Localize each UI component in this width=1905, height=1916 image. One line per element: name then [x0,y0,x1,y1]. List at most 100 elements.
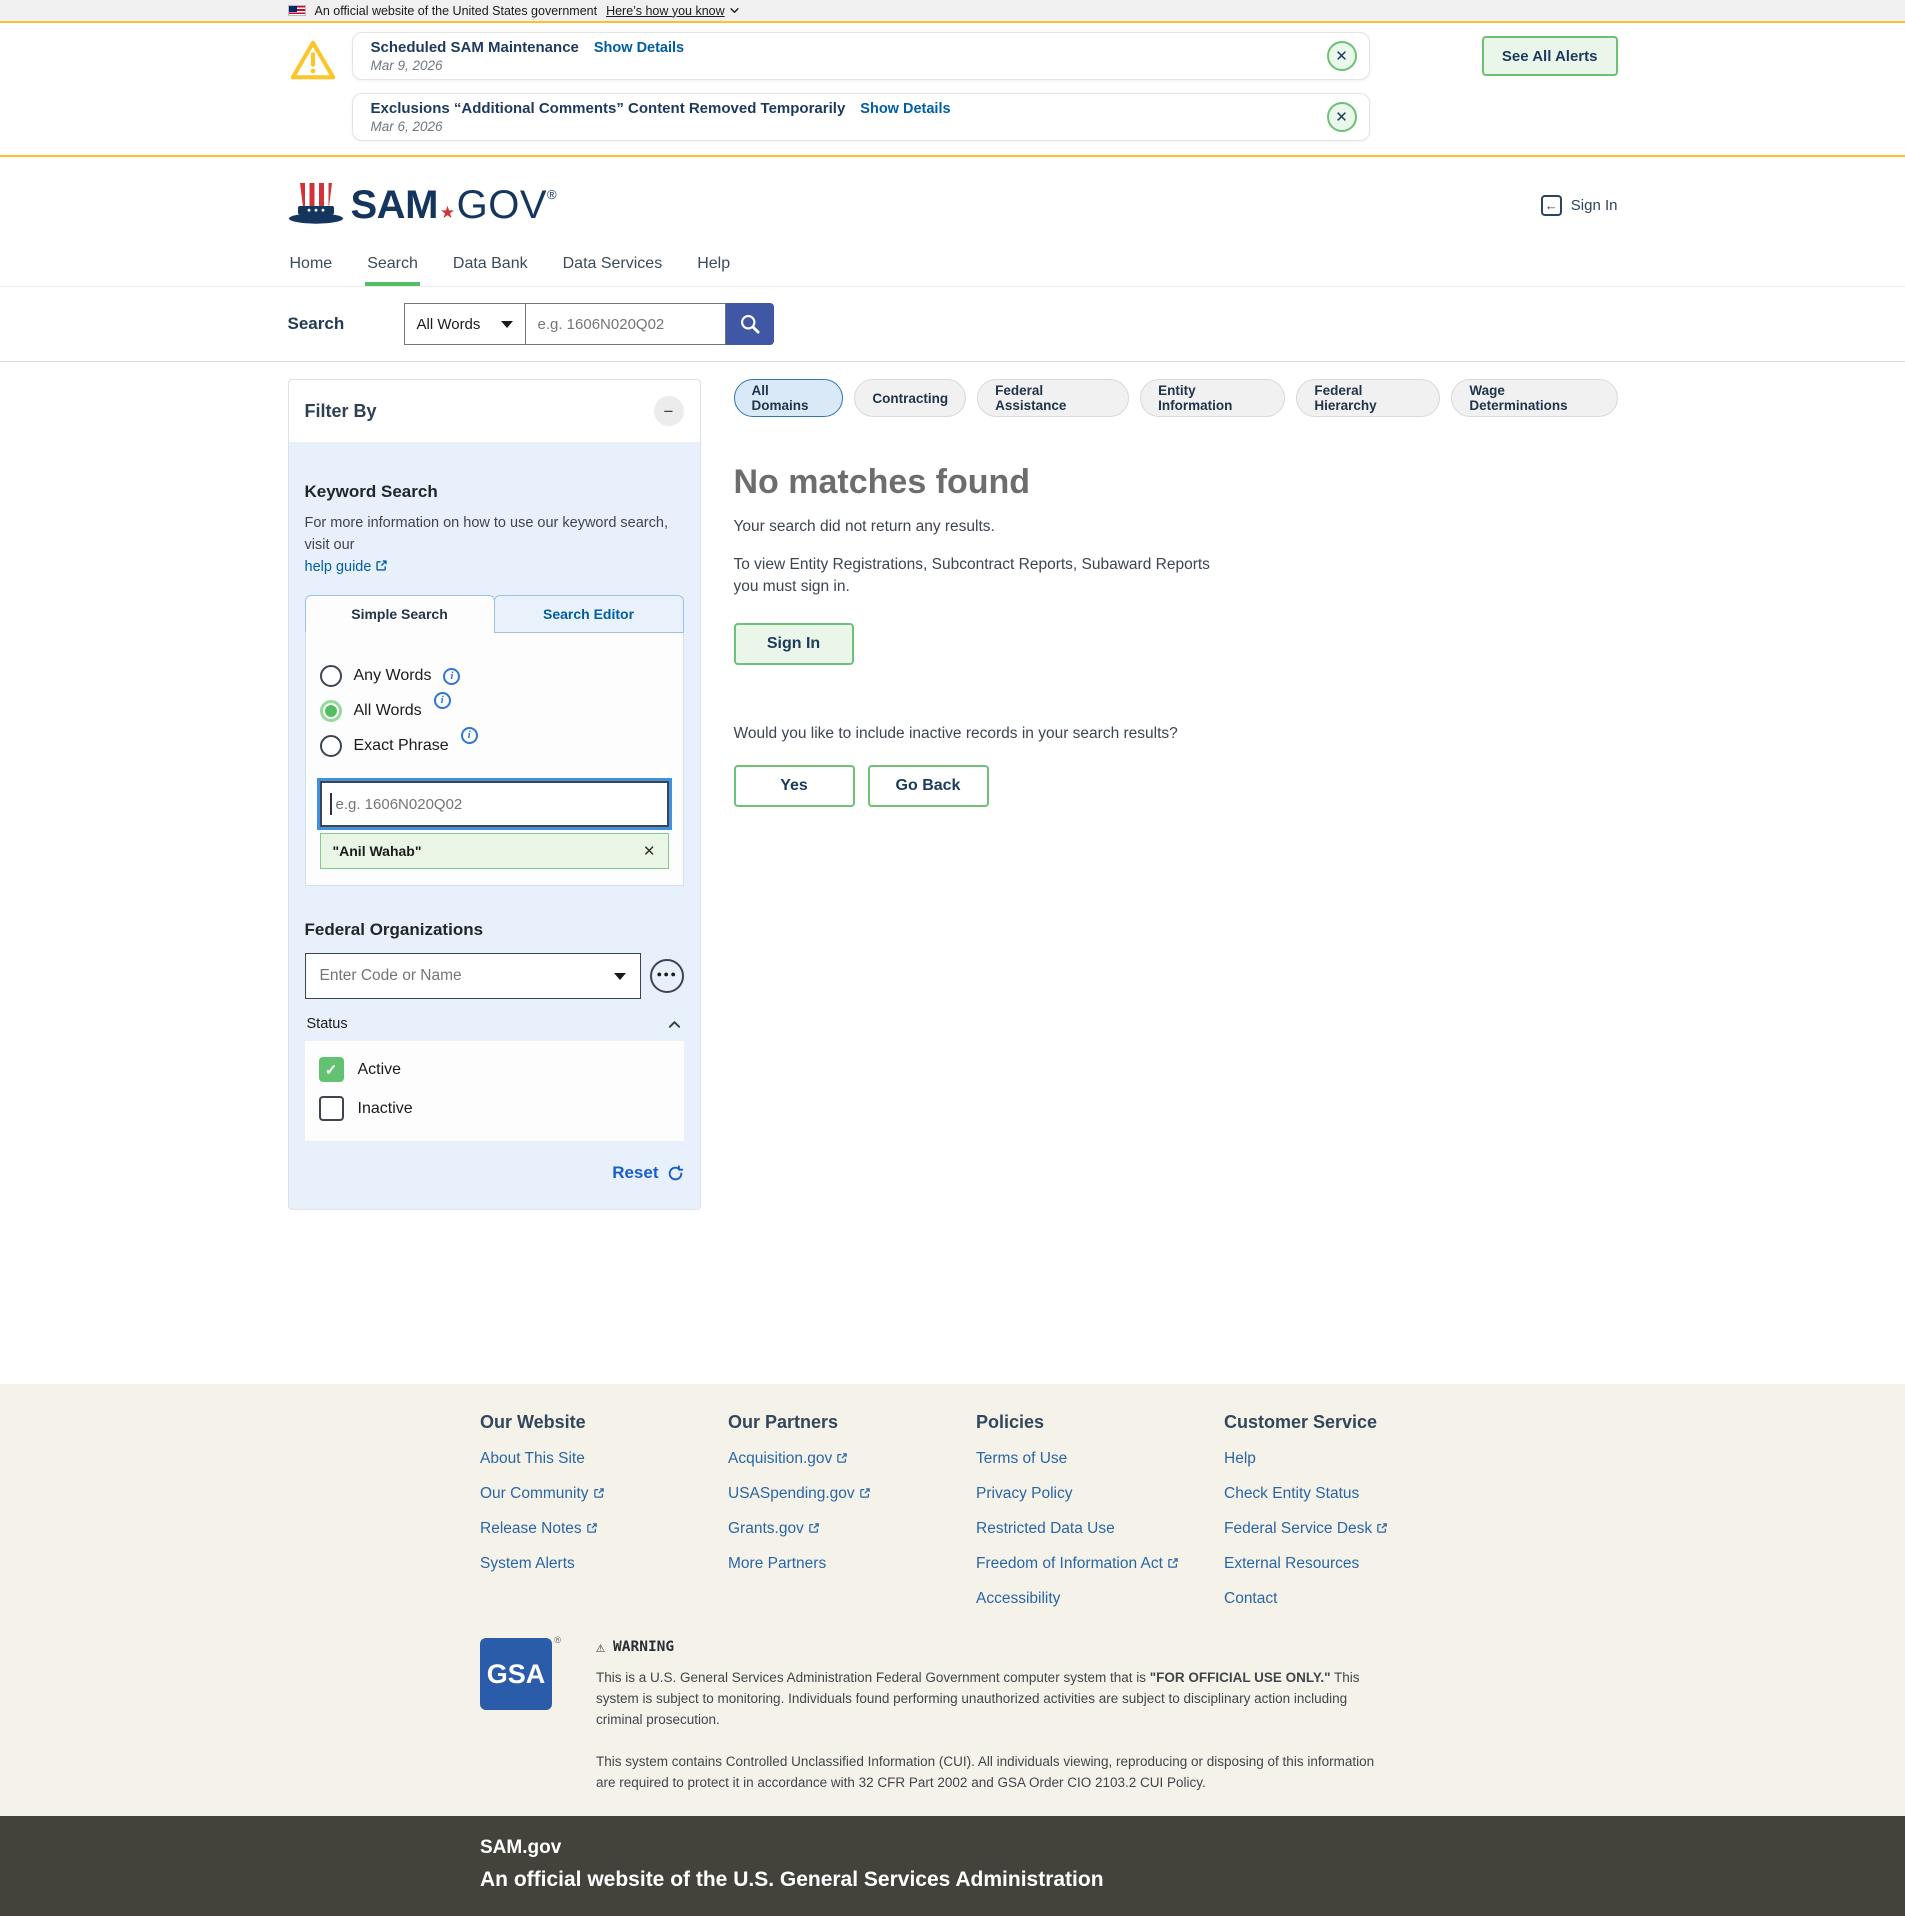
search-button[interactable] [726,303,774,345]
nav-item-search[interactable]: Search [365,253,420,286]
alert-title: Exclusions “Additional Comments” Content… [371,100,846,117]
footer-link-our-community[interactable]: Our Community [480,1485,728,1503]
federal-organizations-heading: Federal Organizations [305,920,684,940]
external-link-icon [586,1522,598,1534]
domain-pill-federal-assistance[interactable]: Federal Assistance [977,379,1129,417]
footer-link-foia[interactable]: Freedom of Information Act [976,1555,1224,1573]
nav-item-home[interactable]: Home [288,253,335,286]
radio-any-words-label: Any Words [354,667,432,685]
footer-link-contact[interactable]: Contact [1224,1590,1472,1608]
chevron-up-icon[interactable] [667,1017,682,1032]
site-footer: Our Website About This Site Our Communit… [0,1384,1905,1916]
go-back-button[interactable]: Go Back [868,765,989,807]
warning-triangle-icon [290,38,336,82]
chip-remove-icon[interactable]: ✕ [643,842,656,860]
footer-link-accessibility[interactable]: Accessibility [976,1590,1224,1608]
footer-link-check-entity-status[interactable]: Check Entity Status [1224,1485,1472,1503]
more-options-button[interactable]: ●●● [650,959,684,993]
keyword-chip-label: "Anil Wahab" [333,843,422,859]
domain-pill-all-domains[interactable]: All Domains [734,379,844,417]
footer-link-external-resources[interactable]: External Resources [1224,1555,1472,1573]
dropdown-arrow-icon [501,321,513,328]
registered-mark: ® [554,1635,561,1645]
footer-link-usaspending-gov[interactable]: USASpending.gov [728,1485,976,1503]
external-link-icon [375,559,388,572]
footer-link-release-notes[interactable]: Release Notes [480,1520,728,1538]
domain-pill-entity-information[interactable]: Entity Information [1140,379,1285,417]
filter-panel: Filter By − Keyword Search For more info… [288,379,701,1210]
inactive-records-question: Would you like to include inactive recor… [734,725,1618,743]
info-icon[interactable]: i [434,692,451,709]
alert-date: Mar 6, 2026 [371,119,1327,134]
domain-pill-federal-hierarchy[interactable]: Federal Hierarchy [1296,379,1440,417]
alert-show-details-link[interactable]: Show Details [594,40,684,56]
info-icon[interactable]: i [461,727,478,744]
reset-filters-link[interactable]: Reset [612,1163,658,1183]
yes-button[interactable]: Yes [734,765,855,807]
collapse-filter-button[interactable]: − [654,396,684,426]
info-icon[interactable]: i [443,668,460,685]
domain-pill-wage-determinations[interactable]: Wage Determinations [1451,379,1617,417]
alert-show-details-link[interactable]: Show Details [860,101,950,117]
warning-triangle-icon: ⚠ [596,1638,605,1656]
no-matches-subtitle: Your search did not return any results. [734,518,1618,536]
footer-link-system-alerts[interactable]: System Alerts [480,1555,728,1573]
filter-panel-title: Filter By [305,401,377,422]
tab-simple-search[interactable]: Simple Search [305,595,495,633]
warning-heading: ⚠ WARNING [596,1638,1396,1656]
registered-mark: ® [547,187,556,202]
radio-any-words[interactable] [320,665,342,687]
help-guide-link[interactable]: help guide [305,559,389,575]
keyword-info-text: For more information on how to use our k… [305,515,668,553]
checkbox-active[interactable]: ✓ [319,1057,344,1082]
external-link-icon [1376,1522,1388,1534]
footer-link-about-this-site[interactable]: About This Site [480,1450,728,1468]
footer-link-federal-service-desk[interactable]: Federal Service Desk [1224,1520,1472,1538]
see-all-alerts-button[interactable]: See All Alerts [1482,36,1618,76]
reset-icon[interactable] [667,1165,684,1182]
domain-pill-contracting[interactable]: Contracting [854,379,966,417]
checkbox-inactive[interactable] [319,1096,344,1121]
footer-link-more-partners[interactable]: More Partners [728,1555,976,1573]
bottom-site-name: SAM.gov [480,1837,1905,1859]
sign-in-button[interactable]: Sign In [734,623,854,665]
keyword-search-heading: Keyword Search [305,482,684,502]
keyword-search-input[interactable] [320,781,669,827]
gov-banner-text: An official website of the United States… [315,4,598,18]
radio-all-words[interactable] [320,700,342,722]
footer-column-our-website: Our Website About This Site Our Communit… [480,1398,728,1608]
radio-all-words-label: All Words [354,702,422,720]
search-band-label: Search [288,314,404,334]
footer-link-acquisition-gov[interactable]: Acquisition.gov [728,1450,976,1468]
checkbox-active-label: Active [358,1061,402,1079]
close-icon[interactable]: ✕ [1327,41,1357,71]
footer-link-grants-gov[interactable]: Grants.gov [728,1520,976,1538]
nav-item-help[interactable]: Help [695,253,732,286]
footer-link-terms-of-use[interactable]: Terms of Use [976,1450,1224,1468]
keyword-chip: "Anil Wahab" ✕ [320,833,669,869]
how-you-know-link[interactable]: Here’s how you know [606,4,740,18]
simple-search-card: Any Words i All Words i Exact Phrase i [305,633,684,886]
footer-column-policies: Policies Terms of Use Privacy Policy Res… [976,1398,1224,1608]
nav-item-data-bank[interactable]: Data Bank [451,253,530,286]
federal-organizations-select[interactable]: Enter Code or Name [305,953,641,999]
bottom-bar: SAM.gov An official website of the U.S. … [0,1816,1905,1916]
global-search-input[interactable] [526,303,726,345]
nav-item-data-services[interactable]: Data Services [561,253,665,286]
sam-gov-logo[interactable]: SAM ★ GOV ® [288,181,557,229]
minus-icon: − [664,403,674,420]
chevron-down-icon [729,5,740,16]
bottom-tagline: An official website of the U.S. General … [480,1868,1905,1892]
logo-gov-text: GOV [457,183,547,228]
close-icon[interactable]: ✕ [1327,102,1357,132]
alerts-section: Scheduled SAM Maintenance Show Details M… [0,23,1905,157]
main-content: Filter By − Keyword Search For more info… [0,362,1905,1384]
sign-in-note: To view Entity Registrations, Subcontrac… [734,554,1234,599]
tab-search-editor[interactable]: Search Editor [494,595,684,633]
radio-exact-phrase[interactable] [320,735,342,757]
search-type-select[interactable]: All Words [404,303,526,345]
footer-link-help[interactable]: Help [1224,1450,1472,1468]
footer-link-restricted-data-use[interactable]: Restricted Data Use [976,1520,1224,1538]
header-sign-in-link[interactable]: ← Sign In [1541,195,1618,216]
footer-link-privacy-policy[interactable]: Privacy Policy [976,1485,1224,1503]
